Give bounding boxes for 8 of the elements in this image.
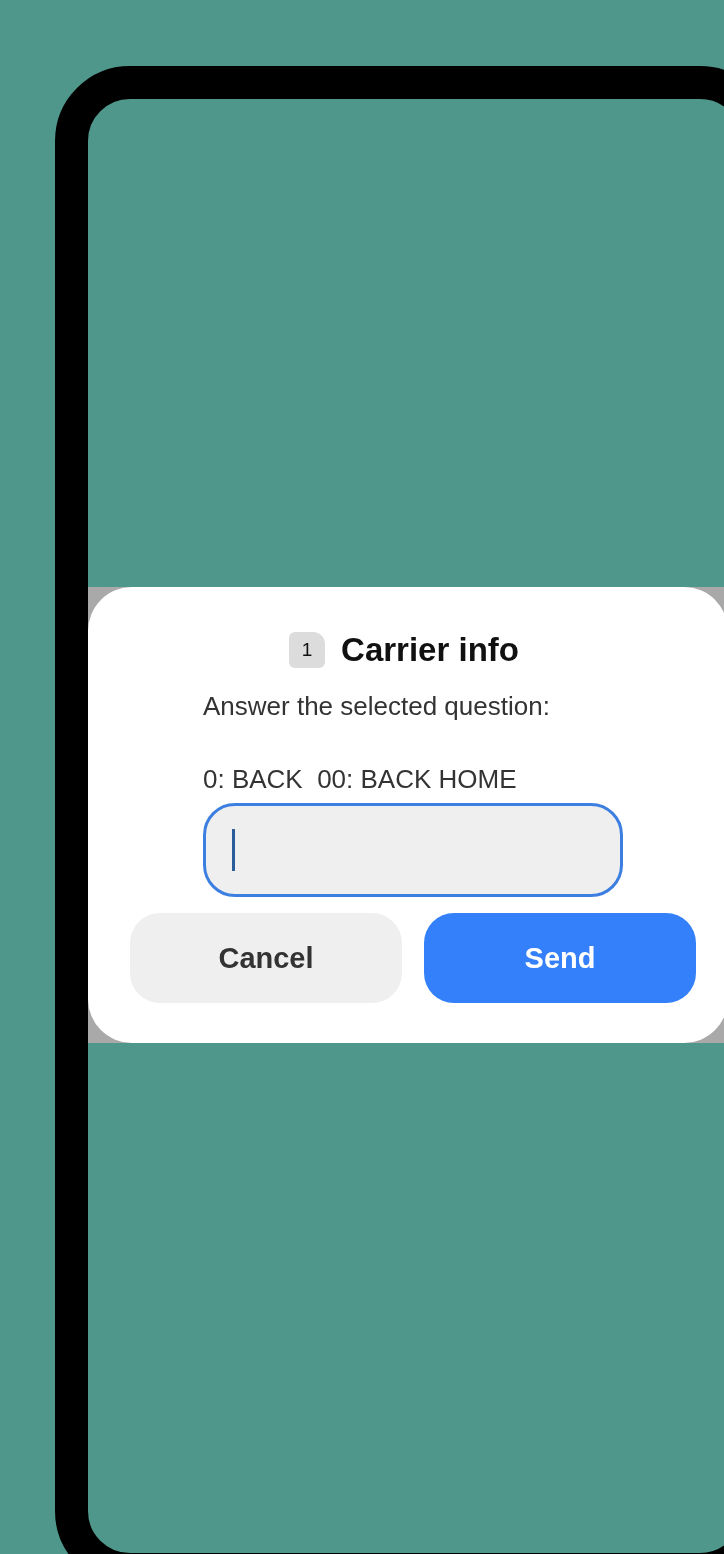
text-cursor bbox=[232, 829, 235, 871]
answer-field[interactable] bbox=[203, 803, 623, 897]
dialog-message: Answer the selected question: bbox=[203, 691, 551, 722]
send-button[interactable]: Send bbox=[424, 913, 696, 1003]
dialog-title: Carrier info bbox=[341, 631, 519, 669]
cancel-button[interactable]: Cancel bbox=[130, 913, 402, 1003]
sim-card-icon: 1 bbox=[289, 632, 326, 668]
hint-text: 0: BACK 00: BACK HOME bbox=[203, 764, 518, 795]
